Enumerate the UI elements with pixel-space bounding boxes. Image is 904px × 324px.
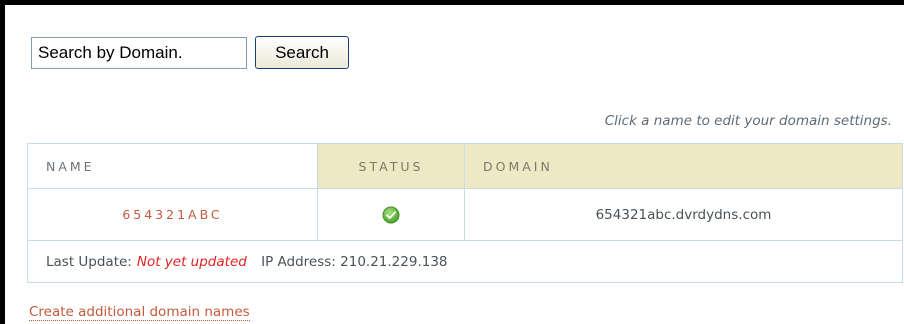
info-row: Last Update: Not yet updated IP Address: …	[27, 240, 903, 283]
last-update-value: Not yet updated	[136, 253, 247, 270]
edit-hint-text: Click a name to edit your domain setting…	[604, 113, 892, 129]
domain-column-header: DOMAIN	[464, 143, 903, 189]
update-info-cell: Last Update: Not yet updated IP Address: …	[27, 240, 903, 283]
domain-cell: 654321abc.dvrdydns.com	[464, 188, 903, 241]
name-cell: 654321ABC	[27, 188, 318, 241]
last-update-label: Last Update:	[46, 253, 132, 270]
search-button[interactable]: Search	[255, 36, 349, 69]
ip-address-value: 210.21.229.138	[340, 253, 448, 270]
table-row: 654321ABC 654321abc.dvrdydns.com	[27, 188, 903, 241]
name-column-header: NAME	[27, 143, 318, 189]
search-input[interactable]	[31, 37, 247, 69]
domain-name-link[interactable]: 654321ABC	[122, 207, 222, 222]
table-header-row: NAME STATUS DOMAIN	[27, 143, 903, 189]
ip-address-label: IP Address:	[261, 253, 336, 270]
status-cell	[317, 188, 465, 241]
create-domain-link[interactable]: Create additional domain names	[29, 304, 250, 321]
domain-table: NAME STATUS DOMAIN 654321ABC 654321abc.d…	[27, 143, 903, 283]
check-circle-icon	[382, 206, 400, 223]
page-frame: Search Click a name to edit your domain …	[0, 0, 904, 324]
status-column-header: STATUS	[317, 143, 465, 189]
